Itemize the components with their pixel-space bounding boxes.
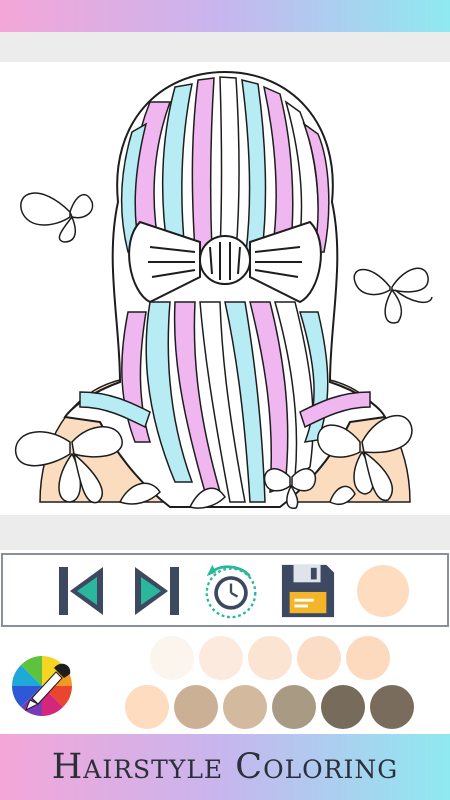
skip-previous-icon — [59, 567, 103, 615]
app-screen: Hairstyle Coloring — [0, 0, 450, 800]
color-swatch[interactable] — [174, 685, 218, 729]
bottom-divider — [0, 515, 450, 550]
skip-next-icon — [135, 567, 179, 615]
color-palette — [0, 628, 450, 734]
history-button[interactable] — [203, 563, 259, 619]
color-swatch[interactable] — [370, 685, 414, 729]
color-wheel-picker-icon[interactable] — [10, 650, 78, 718]
color-swatch[interactable] — [199, 636, 243, 680]
app-title: Hairstyle Coloring — [51, 747, 399, 787]
butterfly-right[interactable] — [353, 267, 433, 324]
butterfly-top-left[interactable] — [20, 192, 94, 243]
coloring-canvas[interactable] — [0, 62, 450, 515]
color-swatch[interactable] — [321, 685, 365, 729]
toolbar — [1, 553, 449, 627]
selected-color-button[interactable] — [355, 563, 411, 619]
top-divider — [0, 32, 450, 62]
previous-button[interactable] — [53, 563, 109, 619]
hairstyle-drawing[interactable] — [0, 62, 450, 515]
clock-history-icon — [205, 564, 257, 619]
color-swatch[interactable] — [297, 636, 341, 680]
save-button[interactable] — [280, 563, 336, 619]
color-swatch[interactable] — [223, 685, 267, 729]
next-button[interactable] — [129, 563, 185, 619]
color-swatch[interactable] — [346, 636, 390, 680]
floppy-disk-icon — [281, 564, 335, 618]
top-banner — [0, 0, 450, 32]
color-swatch[interactable] — [125, 685, 169, 729]
selected-color-indicator — [357, 565, 409, 617]
color-swatch[interactable] — [248, 636, 292, 680]
color-swatch[interactable] — [272, 685, 316, 729]
footer-banner: Hairstyle Coloring — [0, 734, 450, 800]
color-swatch[interactable] — [150, 636, 194, 680]
